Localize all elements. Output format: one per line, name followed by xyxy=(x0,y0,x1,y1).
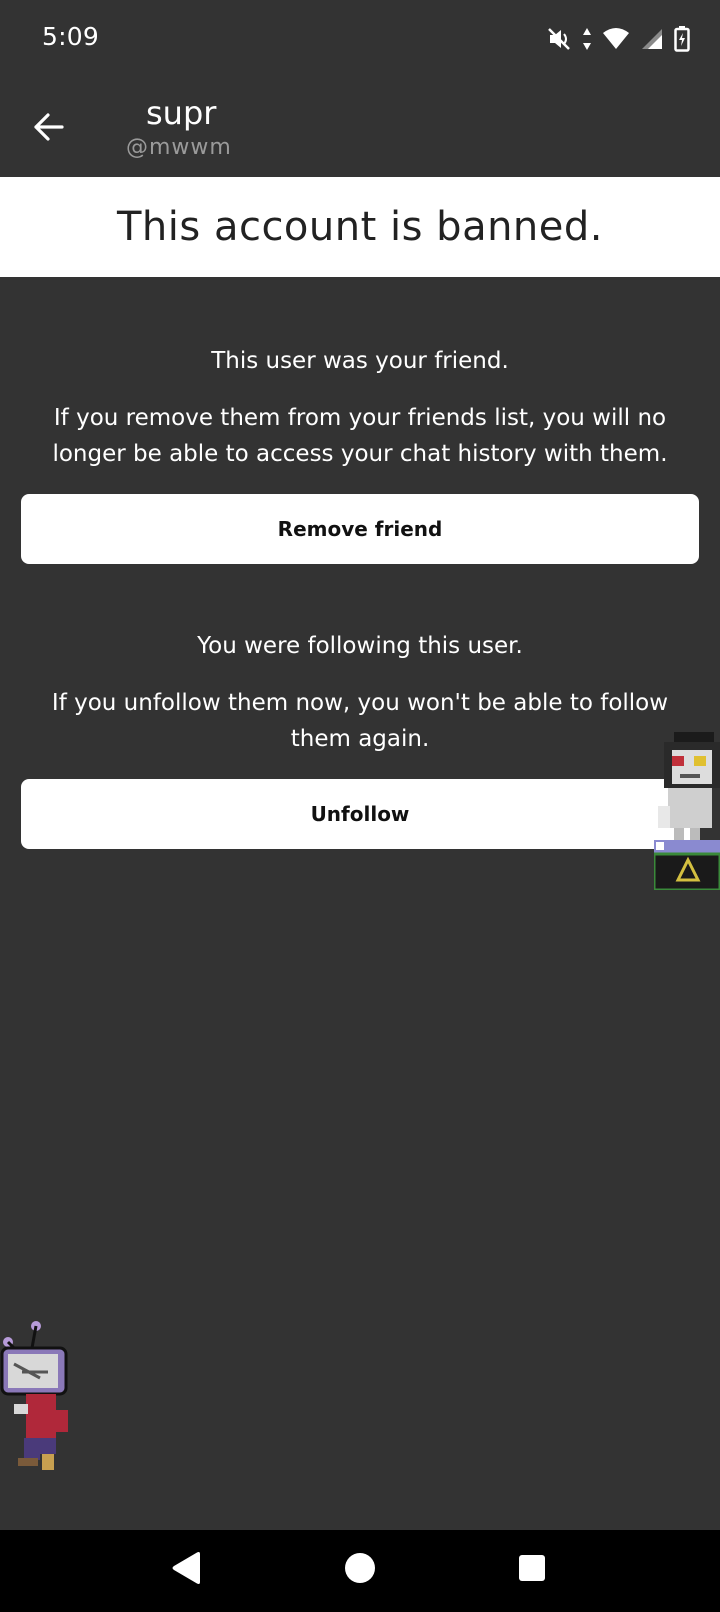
wifi-icon xyxy=(602,27,630,51)
remove-friend-button[interactable]: Remove friend xyxy=(21,494,699,564)
back-triangle-icon xyxy=(170,1551,202,1589)
pixel-character-sprite-left xyxy=(0,1318,76,1486)
status-bar: 5:09 xyxy=(0,0,720,80)
profile-handle: @mwwm xyxy=(126,135,232,160)
back-button[interactable] xyxy=(24,104,74,154)
follow-status-text: You were following this user. xyxy=(197,633,523,659)
friend-remove-description: If you remove them from your friends lis… xyxy=(52,405,668,467)
status-time: 5:09 xyxy=(42,22,99,51)
unfollow-button[interactable]: Unfollow xyxy=(21,779,699,849)
banned-banner-text: This account is banned. xyxy=(116,204,603,250)
battery-charging-icon xyxy=(674,26,690,52)
nav-back-button[interactable] xyxy=(166,1550,206,1590)
banned-banner: This account is banned. xyxy=(0,177,720,277)
profile-name: supr xyxy=(146,94,217,132)
friend-status-text: This user was your friend. xyxy=(211,348,509,374)
status-icons xyxy=(546,24,690,54)
signal-icon xyxy=(640,27,664,51)
data-arrows-icon xyxy=(582,27,592,51)
home-circle-icon xyxy=(344,1552,376,1588)
recents-square-icon xyxy=(517,1553,547,1587)
nav-recents-button[interactable] xyxy=(512,1550,552,1590)
app-header: supr @mwwm xyxy=(0,80,720,176)
nav-home-button[interactable] xyxy=(340,1550,380,1590)
mute-icon xyxy=(546,26,572,52)
unfollow-description: If you unfollow them now, you won't be a… xyxy=(51,690,669,752)
system-nav-bar xyxy=(0,1530,720,1612)
pixel-character-sprite-right xyxy=(652,728,720,892)
arrow-left-icon xyxy=(32,112,66,146)
